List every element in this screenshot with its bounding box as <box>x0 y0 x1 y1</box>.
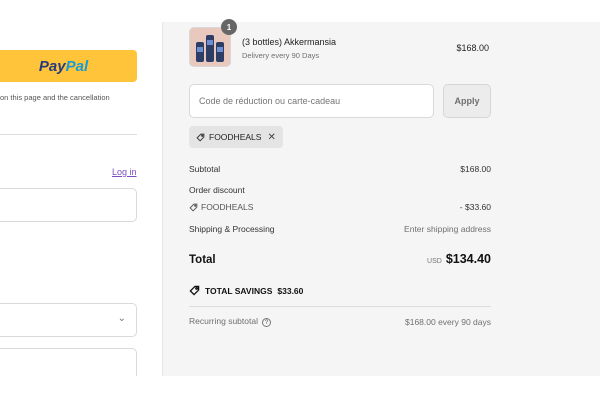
total-amount: $134.40 <box>445 252 491 266</box>
discount-amount: - $33.60 <box>459 202 491 212</box>
bottom-strip <box>0 376 600 400</box>
subtotal-value: $168.00 <box>460 164 491 174</box>
quantity-badge: 1 <box>221 19 237 35</box>
total-savings: TOTAL SAVINGS $33.60 <box>189 285 303 296</box>
section-divider <box>0 134 137 135</box>
total-row: Total USD $134.40 <box>189 252 491 266</box>
savings-tag-icon <box>189 285 200 296</box>
order-discount-row: Order discount <box>189 185 491 195</box>
checkout-form-panel: Pay Pal on this page and the cancellation… <box>0 22 162 376</box>
total-amount-group: USD $134.40 <box>427 252 491 266</box>
email-field[interactable] <box>0 188 137 222</box>
paypal-logo-pay: Pay <box>38 57 66 75</box>
order-discount-label: Order discount <box>189 185 245 195</box>
paypal-logo-pal: Pal <box>65 57 89 75</box>
recurring-subtotal-value: $168.00 every 90 days <box>404 316 491 327</box>
shipping-row: Shipping & Processing Enter shipping add… <box>189 224 491 234</box>
product-name: (3 bottles) Akkermansia <box>242 37 337 47</box>
bottle-image <box>196 42 204 62</box>
discount-code-input[interactable] <box>189 84 434 118</box>
country-select[interactable]: ⌄ <box>0 303 137 337</box>
bottle-image <box>206 35 214 62</box>
top-strip <box>0 0 600 22</box>
subtotal-row: Subtotal $168.00 <box>189 164 491 174</box>
help-icon[interactable]: ? <box>261 318 271 327</box>
product-price: $168.00 <box>456 43 489 53</box>
paypal-button[interactable]: Pay Pal <box>0 50 137 82</box>
total-label: Total <box>189 254 216 266</box>
total-savings-label: TOTAL SAVINGS <box>205 285 273 296</box>
shipping-label: Shipping & Processing <box>189 224 275 234</box>
tag-icon <box>189 203 198 212</box>
subtotal-label: Subtotal <box>189 164 221 174</box>
recurring-subtotal-label-group: Recurring subtotal? <box>189 316 271 327</box>
recurring-subtotal-label: Recurring subtotal <box>189 316 258 326</box>
order-summary-panel: 1 (3 bottles) Akkermansia Delivery every… <box>162 19 600 376</box>
paypal-consent-text: on this page and the cancellation <box>0 93 110 102</box>
login-link[interactable]: Log in <box>112 167 137 177</box>
applied-discount-chip: FOODHEALS ✕ <box>189 126 283 148</box>
apply-discount-button[interactable]: Apply <box>443 84 491 118</box>
recurring-subtotal-row: Recurring subtotal? $168.00 every 90 day… <box>189 316 491 327</box>
shipping-value: Enter shipping address <box>404 224 491 234</box>
close-icon[interactable]: ✕ <box>267 132 275 143</box>
discount-code-text: FOODHEALS <box>201 202 254 212</box>
tag-icon <box>196 133 205 142</box>
product-delivery-frequency: Delivery every 90 Days <box>242 51 320 60</box>
total-savings-amount: $33.60 <box>277 285 304 296</box>
summary-divider <box>189 306 491 307</box>
chevron-down-icon: ⌄ <box>117 313 126 324</box>
bottle-image <box>216 42 224 62</box>
currency-code: USD <box>427 258 442 265</box>
discount-code-label: FOODHEALS <box>189 202 253 212</box>
discount-code-row: FOODHEALS - $33.60 <box>189 202 491 212</box>
name-field[interactable] <box>0 348 137 376</box>
applied-discount-code: FOODHEALS <box>209 132 262 142</box>
